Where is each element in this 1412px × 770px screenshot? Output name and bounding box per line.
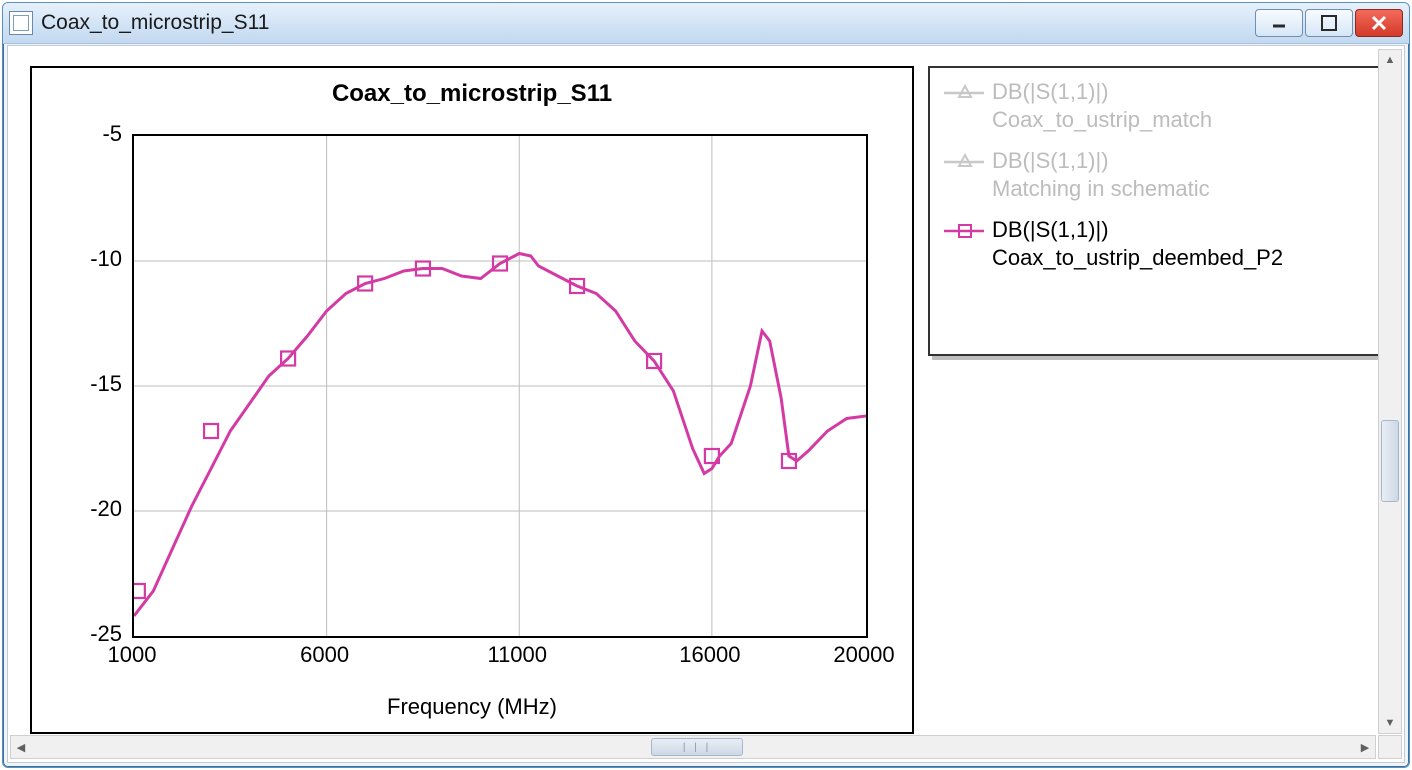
- plot-svg: [134, 136, 866, 636]
- x-tick-label: 6000: [285, 642, 365, 668]
- legend-swatch-icon: [944, 220, 984, 244]
- chart-panel[interactable]: Coax_to_microstrip_S11 -25-20-15-10-5 10…: [30, 66, 914, 734]
- scroll-down-icon[interactable]: ▼: [1379, 713, 1401, 733]
- titlebar[interactable]: Coax_to_microstrip_S11: [3, 3, 1409, 44]
- minimize-icon: [1270, 16, 1288, 30]
- legend-label: DB(|S(1,1)|)Matching in schematic: [992, 147, 1210, 202]
- app-icon: [9, 11, 33, 35]
- legend-swatch-icon: [944, 82, 984, 106]
- y-tick-label: -20: [52, 496, 122, 522]
- y-tick-label: -15: [52, 371, 122, 397]
- x-tick-label: 20000: [824, 642, 904, 668]
- vertical-scroll-thumb[interactable]: [1381, 420, 1399, 502]
- legend-item[interactable]: DB(|S(1,1)|)Coax_to_ustrip_match: [944, 78, 1374, 133]
- horizontal-scroll-thumb[interactable]: | | |: [651, 738, 743, 756]
- horizontal-scrollbar[interactable]: ◀ | | | ▶: [10, 735, 1376, 759]
- scroll-corner: [1378, 735, 1402, 759]
- scroll-left-icon[interactable]: ◀: [11, 736, 31, 758]
- legend-swatch-icon: [944, 151, 984, 175]
- chart-title: Coax_to_microstrip_S11: [32, 80, 912, 108]
- legend-label: DB(|S(1,1)|)Coax_to_ustrip_match: [992, 78, 1212, 133]
- scroll-up-icon[interactable]: ▲: [1379, 50, 1401, 70]
- legend-item[interactable]: DB(|S(1,1)|)Coax_to_ustrip_deembed_P2: [944, 216, 1374, 271]
- maximize-icon: [1321, 15, 1337, 31]
- maximize-button[interactable]: [1305, 9, 1353, 37]
- y-tick-label: -10: [52, 246, 122, 272]
- window-title: Coax_to_microstrip_S11: [41, 11, 1253, 35]
- y-tick-label: -5: [52, 121, 122, 147]
- scroll-right-icon[interactable]: ▶: [1355, 736, 1375, 758]
- minimize-button[interactable]: [1255, 9, 1303, 37]
- plot-area[interactable]: [132, 134, 868, 638]
- legend-item[interactable]: DB(|S(1,1)|)Matching in schematic: [944, 147, 1374, 202]
- legend-label: DB(|S(1,1)|)Coax_to_ustrip_deembed_P2: [992, 216, 1283, 271]
- x-tick-label: 11000: [477, 642, 557, 668]
- app-window: Coax_to_microstrip_S11 Coax_to_microstri…: [2, 2, 1410, 768]
- x-axis-label: Frequency (MHz): [32, 694, 912, 720]
- client-area: Coax_to_microstrip_S11 -25-20-15-10-5 10…: [7, 45, 1405, 763]
- close-button[interactable]: [1355, 9, 1403, 37]
- close-icon: [1370, 14, 1388, 32]
- vertical-scrollbar[interactable]: ▲ ▼: [1378, 49, 1402, 734]
- window-controls: [1253, 9, 1403, 37]
- x-tick-label: 1000: [92, 642, 172, 668]
- x-tick-label: 16000: [670, 642, 750, 668]
- legend[interactable]: DB(|S(1,1)|)Coax_to_ustrip_match DB(|S(1,…: [928, 66, 1390, 356]
